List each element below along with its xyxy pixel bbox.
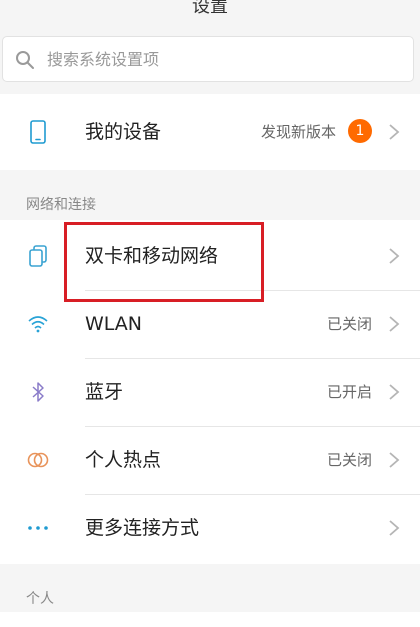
wlan-row[interactable]: WLAN 已关闭 (0, 290, 420, 358)
bluetooth-icon (26, 380, 50, 404)
hotspot-label: 个人热点 (85, 449, 162, 471)
network-section-title: 网络和连接 (26, 197, 96, 213)
personal-section-title: 个人 (26, 591, 54, 607)
page-title: 设置 (192, 0, 228, 17)
chevron-right-icon (389, 452, 400, 468)
my-device-row[interactable]: 我的设备 发现新版本 1 (0, 98, 420, 166)
search-icon (16, 51, 34, 69)
hotspot-icon (26, 448, 50, 472)
chevron-right-icon (389, 384, 400, 400)
bluetooth-row[interactable]: 蓝牙 已开启 (0, 358, 420, 426)
dual-sim-icon (26, 244, 50, 268)
wlan-label: WLAN (85, 313, 143, 335)
my-device-label: 我的设备 (85, 121, 162, 143)
more-connections-label: 更多连接方式 (85, 517, 200, 539)
more-connections-row[interactable]: 更多连接方式 (0, 494, 420, 562)
network-card: 双卡和移动网络 WLAN 已关闭 蓝牙 已开启 个人热点 已关闭 更多连接方式 (0, 220, 420, 564)
chevron-right-icon (389, 248, 400, 264)
dual-sim-row[interactable]: 双卡和移动网络 (0, 222, 420, 290)
update-count-badge: 1 (348, 119, 372, 143)
search-input[interactable] (47, 47, 387, 71)
wlan-status: 已关闭 (326, 315, 372, 333)
chevron-right-icon (389, 520, 400, 536)
hotspot-row[interactable]: 个人热点 已关闭 (0, 426, 420, 494)
search-area (0, 28, 420, 94)
more-dots-icon (26, 516, 50, 540)
hotspot-status: 已关闭 (326, 451, 372, 469)
update-status: 发现新版本 (260, 123, 336, 141)
search-box[interactable] (2, 36, 414, 82)
phone-icon (26, 120, 50, 144)
bluetooth-status: 已开启 (326, 383, 372, 401)
chevron-right-icon (389, 124, 400, 140)
device-card: 我的设备 发现新版本 1 (0, 94, 420, 170)
bluetooth-label: 蓝牙 (85, 381, 124, 403)
chevron-right-icon (389, 316, 400, 332)
personal-card (0, 612, 420, 627)
wifi-icon (26, 312, 50, 336)
dual-sim-label: 双卡和移动网络 (85, 245, 219, 267)
